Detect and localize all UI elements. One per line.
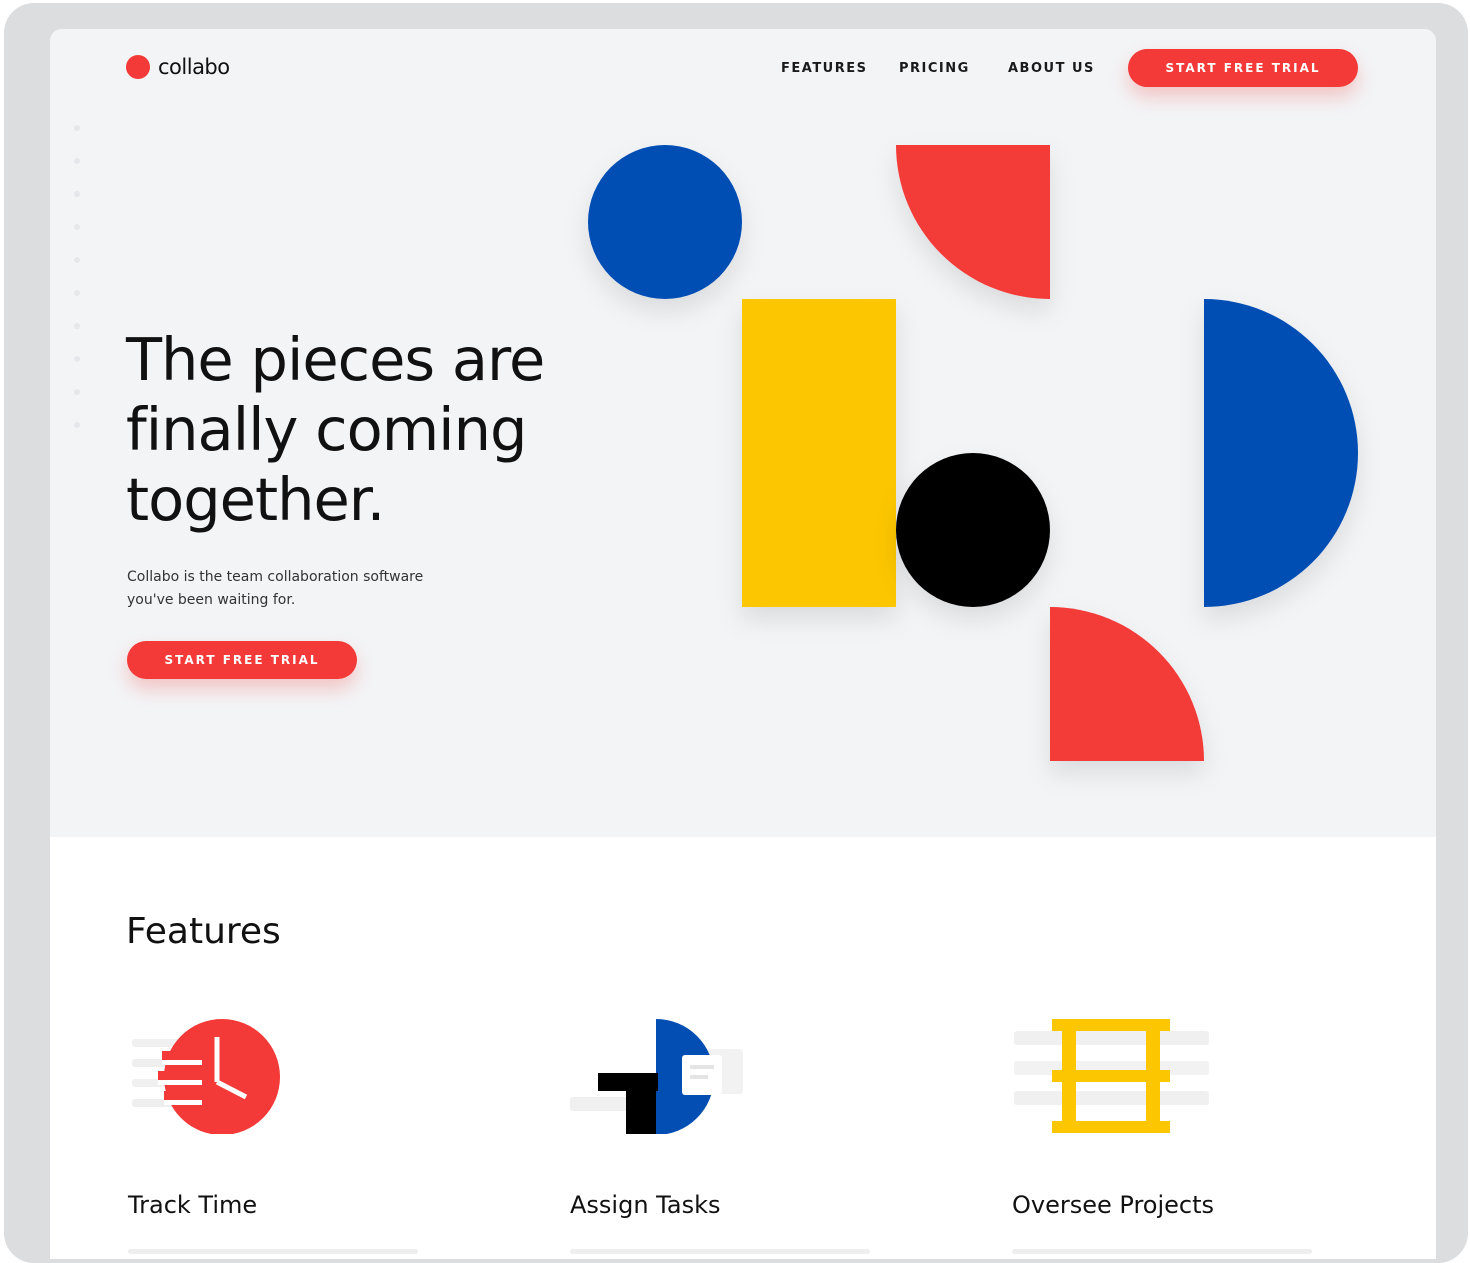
black-circle-shape [896,453,1050,607]
blue-circle-shape [588,145,742,299]
landing-page: collabo FEATURES PRICING ABOUT US START … [50,29,1436,1259]
feature-desc-placeholder [1012,1249,1312,1254]
red-quarter-shape-bottom [1050,607,1204,761]
blue-half-circle-shape [1204,299,1358,607]
hero-illustration [588,145,1358,761]
feature-desc-placeholder [128,1249,418,1254]
feature-track-time-title: Track Time [128,1191,258,1219]
feature-oversee-projects-title: Oversee Projects [1012,1191,1215,1219]
browser-frame: collabo FEATURES PRICING ABOUT US START … [4,3,1468,1263]
features-title: Features [126,911,281,952]
project-grid-icon [1014,1019,1209,1133]
yellow-rect-shape [742,299,896,607]
hero-section: collabo FEATURES PRICING ABOUT US START … [50,29,1436,837]
clock-icon [132,1019,280,1134]
feature-assign-tasks-title: Assign Tasks [570,1191,721,1219]
red-quarter-shape-top [896,145,1050,299]
feature-desc-placeholder [570,1249,870,1254]
assign-tasks-icon [570,1019,743,1134]
